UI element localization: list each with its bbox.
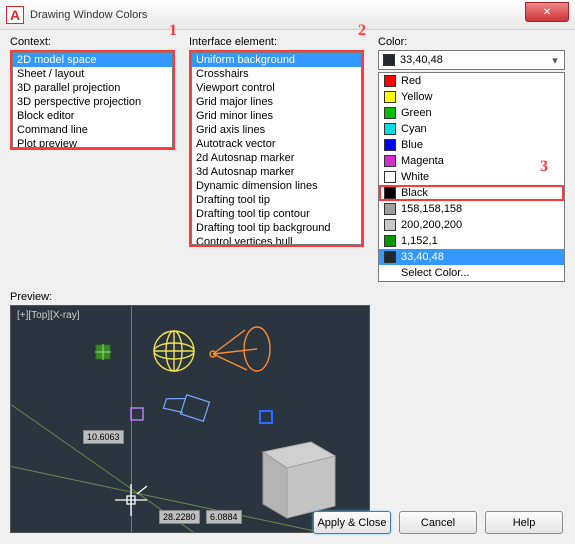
color-item[interactable]: Magenta <box>379 153 564 169</box>
context-item[interactable]: 3D parallel projection <box>13 81 172 95</box>
cube-icon <box>251 426 345 522</box>
color-name: Green <box>401 107 432 119</box>
color-name: 158,158,158 <box>401 203 462 215</box>
interface-item[interactable]: Autotrack vector <box>192 137 361 151</box>
color-swatch <box>384 235 396 247</box>
preview-label: Preview: <box>10 291 565 303</box>
coord-tag-3: 6.0884 <box>206 510 242 524</box>
interface-item[interactable]: 2d Autosnap marker <box>192 151 361 165</box>
context-item[interactable]: Command line <box>13 123 172 137</box>
color-name: White <box>401 171 429 183</box>
color-swatch <box>384 139 396 151</box>
interface-listbox[interactable]: Uniform backgroundCrosshairsViewport con… <box>191 52 362 245</box>
color-dropdown-list[interactable]: Red Yellow Green Cyan Blue Magenta White Black 1… <box>378 72 565 282</box>
chevron-down-icon: ▾ <box>548 53 562 67</box>
button-bar: Apply & Close Cancel Help <box>313 511 563 534</box>
window-title: Drawing Window Colors <box>30 9 147 21</box>
color-swatch <box>384 219 396 231</box>
interface-item[interactable]: Drafting tool tip background <box>192 221 361 235</box>
current-swatch <box>383 54 395 66</box>
color-item[interactable]: 33,40,48 <box>379 249 564 265</box>
help-button[interactable]: Help <box>485 511 563 534</box>
color-name: 1,152,1 <box>401 235 438 247</box>
annotation-1: 1 <box>169 22 177 40</box>
color-swatch <box>384 187 396 199</box>
color-name: Red <box>401 75 421 87</box>
annotation-2: 2 <box>358 22 366 40</box>
marker-icon <box>129 406 147 424</box>
color-item[interactable]: Blue <box>379 137 564 153</box>
color-label: Color: <box>378 36 565 48</box>
color-name: Yellow <box>401 91 432 103</box>
context-item[interactable]: 3D perspective projection <box>13 95 172 109</box>
color-combo[interactable]: 33,40,48 ▾ <box>378 50 565 70</box>
color-item[interactable]: 1,152,1 <box>379 233 564 249</box>
color-name: Cyan <box>401 123 427 135</box>
apply-close-button[interactable]: Apply & Close <box>313 511 391 534</box>
interface-label: Interface element:2 <box>189 36 364 48</box>
color-item[interactable]: Cyan <box>379 121 564 137</box>
view-label: [+][Top][X-ray] <box>17 310 80 321</box>
color-swatch <box>384 251 396 263</box>
cancel-button[interactable]: Cancel <box>399 511 477 534</box>
color-item[interactable]: Green <box>379 105 564 121</box>
context-item[interactable]: 2D model space <box>13 53 172 67</box>
context-item[interactable]: Sheet / layout <box>13 67 172 81</box>
context-listbox[interactable]: 2D model spaceSheet / layout3D parallel … <box>12 52 173 148</box>
interface-item[interactable]: Grid minor lines <box>192 109 361 123</box>
interface-item[interactable]: Uniform background <box>192 53 361 67</box>
coord-tag-1: 10.6063 <box>83 430 124 444</box>
context-item[interactable]: Block editor <box>13 109 172 123</box>
color-swatch <box>384 123 396 135</box>
preview-pane: [+][Top][X-ray] 10.6063 28.2280 6.0884 <box>10 305 370 533</box>
color-item[interactable]: Black <box>379 185 564 201</box>
crosshair-icon <box>111 480 151 520</box>
camera-icon <box>159 392 219 432</box>
color-item[interactable]: 200,200,200 <box>379 217 564 233</box>
context-highlight: 2D model spaceSheet / layout3D parallel … <box>10 50 175 150</box>
color-swatch <box>384 75 396 87</box>
color-item[interactable]: Yellow <box>379 89 564 105</box>
color-swatch <box>384 203 396 215</box>
color-swatch <box>384 171 396 183</box>
context-item[interactable]: Plot preview <box>13 137 172 148</box>
app-icon: A <box>6 6 24 24</box>
color-name: Magenta <box>401 155 444 167</box>
interface-item[interactable]: Grid axis lines <box>192 123 361 137</box>
color-name: Select Color... <box>401 267 469 279</box>
color-name: 33,40,48 <box>401 251 444 263</box>
color-name: Blue <box>401 139 423 151</box>
color-item[interactable]: Select Color... <box>379 265 564 281</box>
close-button[interactable]: ✕ <box>525 2 569 22</box>
color-item[interactable]: Red <box>379 73 564 89</box>
interface-item[interactable]: Drafting tool tip <box>192 193 361 207</box>
coord-tag-2: 28.2280 <box>159 510 200 524</box>
color-swatch <box>384 107 396 119</box>
snap-marker-icon <box>95 344 113 362</box>
lamp-icon <box>207 324 273 378</box>
interface-item[interactable]: Dynamic dimension lines <box>192 179 361 193</box>
interface-item[interactable]: Grid major lines <box>192 95 361 109</box>
title-bar: A Drawing Window Colors ✕ <box>0 0 575 30</box>
color-name: Black <box>401 187 428 199</box>
interface-item[interactable]: Viewport control <box>192 81 361 95</box>
interface-item[interactable]: Drafting tool tip contour <box>192 207 361 221</box>
color-item[interactable]: White <box>379 169 564 185</box>
color-swatch <box>384 91 396 103</box>
color-item[interactable]: 158,158,158 <box>379 201 564 217</box>
color-swatch <box>384 155 396 167</box>
interface-highlight: Uniform backgroundCrosshairsViewport con… <box>189 50 364 247</box>
context-label: Context:1 <box>10 36 175 48</box>
interface-item[interactable]: Control vertices hull <box>192 235 361 245</box>
globe-icon <box>151 328 197 374</box>
interface-item[interactable]: 3d Autosnap marker <box>192 165 361 179</box>
current-color-text: 33,40,48 <box>400 54 443 66</box>
color-name: 200,200,200 <box>401 219 462 231</box>
interface-item[interactable]: Crosshairs <box>192 67 361 81</box>
selection-marker-icon <box>259 410 275 426</box>
annotation-3: 3 <box>540 158 548 176</box>
